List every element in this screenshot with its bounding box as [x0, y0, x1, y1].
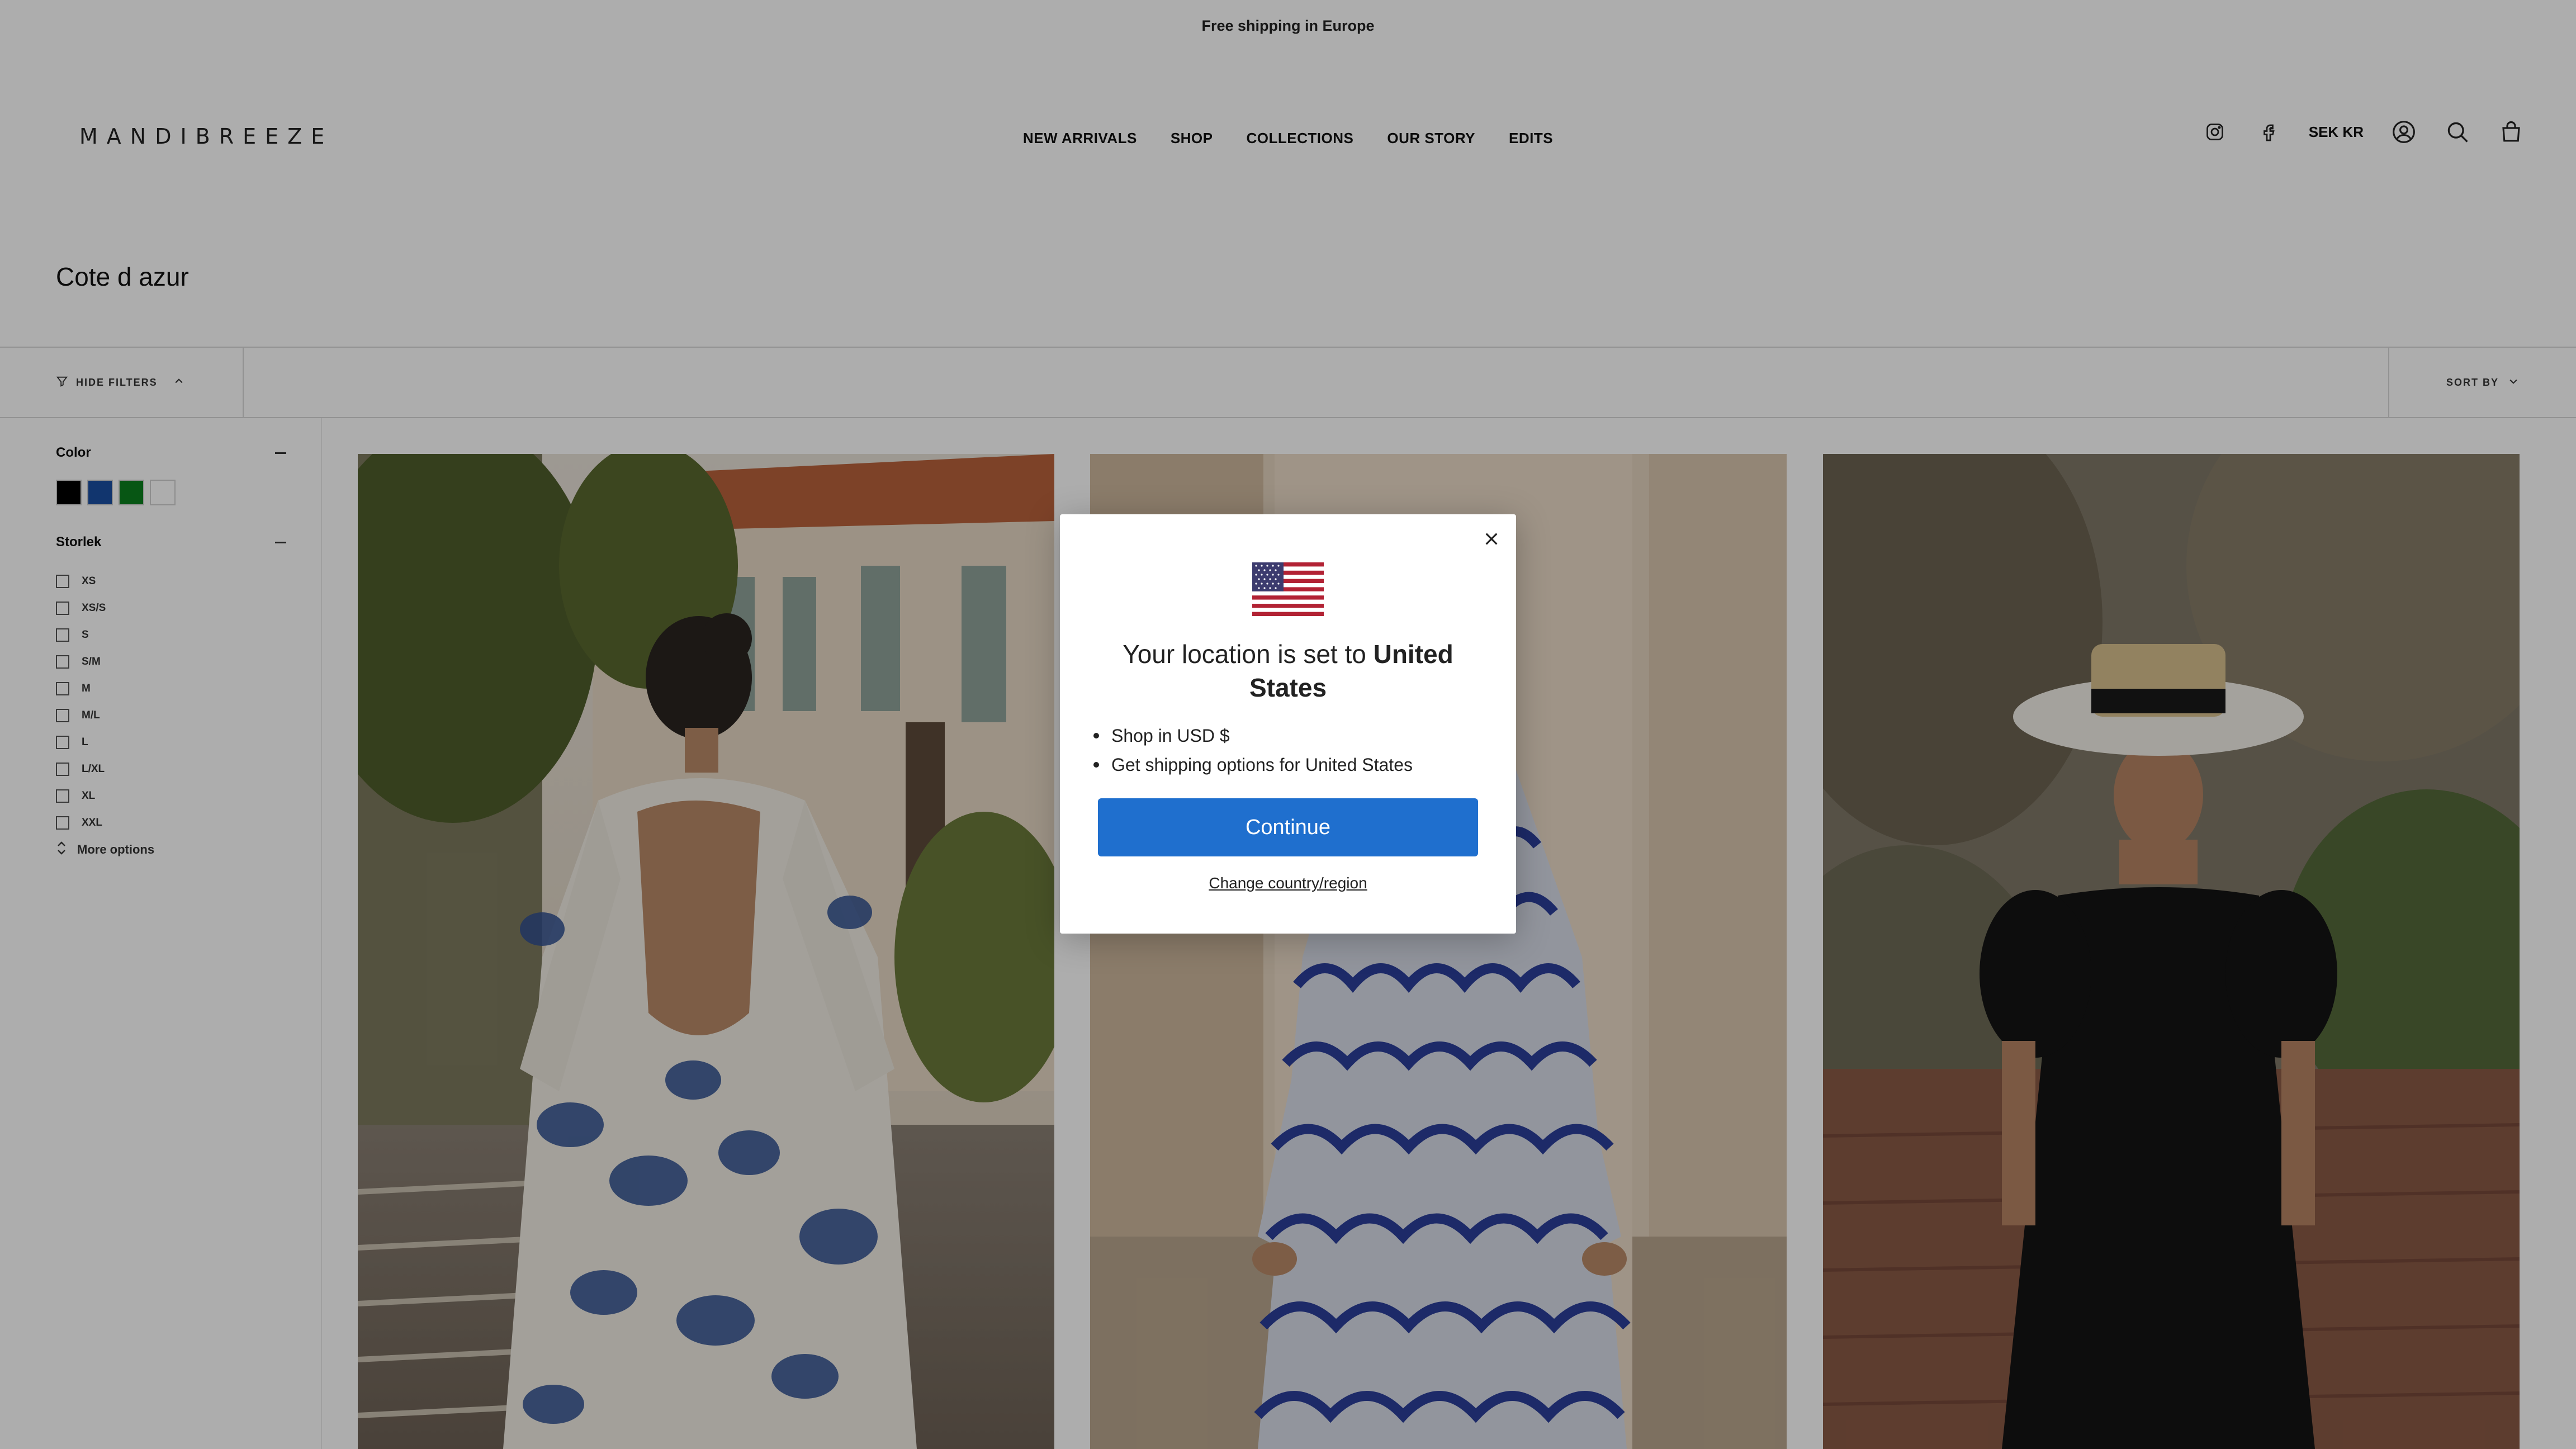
bullet	[1093, 733, 1099, 738]
page: Free shipping in Europe MANDIBREEZE NEW …	[0, 0, 2576, 1449]
location-modal: Your location is set to United States Sh…	[1060, 514, 1516, 934]
close-icon[interactable]	[1476, 523, 1507, 555]
list-item: Shop in USD $	[1093, 721, 1483, 750]
us-flag-icon	[1252, 562, 1324, 616]
modal-info-list: Shop in USD $ Get shipping options for U…	[1093, 721, 1483, 779]
bullet	[1093, 762, 1099, 768]
modal-title: Your location is set to United States	[1093, 637, 1483, 704]
shipping-options-text: Get shipping options for United States	[1111, 754, 1413, 775]
shop-currency-text: Shop in USD $	[1111, 725, 1230, 746]
change-country-link[interactable]: Change country/region	[1060, 874, 1516, 892]
modal-title-prefix: Your location is set to	[1123, 640, 1366, 669]
continue-button[interactable]: Continue	[1098, 798, 1478, 856]
list-item: Get shipping options for United States	[1093, 750, 1483, 779]
